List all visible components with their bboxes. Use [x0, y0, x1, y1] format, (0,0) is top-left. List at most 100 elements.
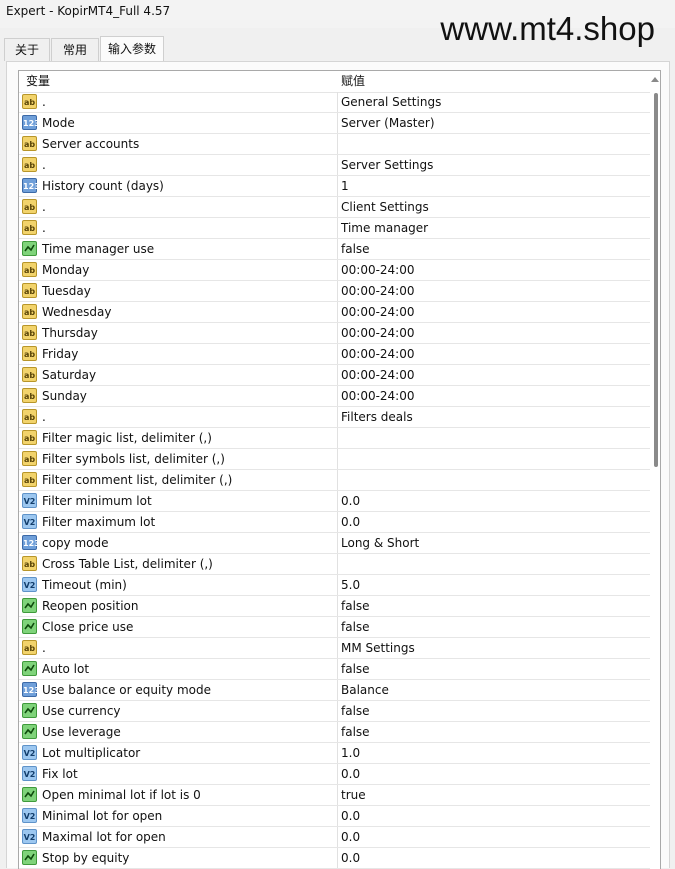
table-row[interactable]: ab Filter symbols list, delimiter (,)	[19, 449, 655, 470]
value-cell[interactable]: 0.0	[341, 764, 360, 784]
table-row[interactable]: 123 History count (days) 1	[19, 176, 655, 197]
value-cell[interactable]: General Settings	[341, 92, 441, 112]
variable-cell: ab.	[19, 155, 338, 175]
variable-cell: ab.	[19, 638, 338, 658]
value-cell[interactable]: Long & Short	[341, 533, 419, 553]
value-cell[interactable]: false	[341, 617, 370, 637]
table-row[interactable]: Auto lot false	[19, 659, 655, 680]
scroll-thumb[interactable]	[654, 93, 658, 467]
value-cell[interactable]: Filters deals	[341, 407, 413, 427]
table-row[interactable]: Reopen position false	[19, 596, 655, 617]
table-row[interactable]: V2 Filter maximum lot 0.0	[19, 512, 655, 533]
scroll-up-arrow-icon[interactable]	[651, 77, 659, 82]
header-variable[interactable]: 变量	[26, 71, 50, 92]
value-cell[interactable]: 00:00-24:00	[341, 302, 415, 322]
table-row[interactable]: ab Thursday 00:00-24:00	[19, 323, 655, 344]
table-row[interactable]: V2 Filter minimum lot 0.0	[19, 491, 655, 512]
value-cell[interactable]: Client Settings	[341, 197, 429, 217]
table-row[interactable]: ab. Filters deals	[19, 407, 655, 428]
table-row[interactable]: ab Saturday 00:00-24:00	[19, 365, 655, 386]
variable-name: .	[42, 158, 46, 172]
table-row[interactable]: ab Friday 00:00-24:00	[19, 344, 655, 365]
value-cell[interactable]: 0.0	[341, 848, 360, 868]
table-row[interactable]: V2 Maximal lot for open 0.0	[19, 827, 655, 848]
table-row[interactable]: 123 Use balance or equity mode Balance	[19, 680, 655, 701]
string-type-icon: ab	[22, 346, 37, 361]
value-cell[interactable]: 0.0	[341, 491, 360, 511]
value-cell[interactable]: 1	[341, 176, 349, 196]
table-row[interactable]: Use currency false	[19, 701, 655, 722]
value-cell[interactable]: 00:00-24:00	[341, 344, 415, 364]
table-row[interactable]: 123 copy mode Long & Short	[19, 533, 655, 554]
tab-about[interactable]: 关于	[4, 38, 50, 61]
header-value[interactable]: 赋值	[341, 71, 365, 92]
value-cell[interactable]: MM Settings	[341, 638, 415, 658]
variable-name: Saturday	[42, 368, 97, 382]
string-type-icon: ab	[22, 388, 37, 403]
variable-name: Close price use	[42, 620, 134, 634]
variable-name: Monday	[42, 263, 90, 277]
variable-name: Sunday	[42, 389, 87, 403]
value-cell[interactable]: 1.0	[341, 743, 360, 763]
table-row[interactable]: ab. Server Settings	[19, 155, 655, 176]
value-cell[interactable]: false	[341, 239, 370, 259]
table-row[interactable]: ab. Client Settings	[19, 197, 655, 218]
table-row[interactable]: ab Server accounts	[19, 134, 655, 155]
vertical-scrollbar[interactable]	[650, 71, 660, 869]
value-cell[interactable]: false	[341, 701, 370, 721]
value-cell[interactable]: Server Settings	[341, 155, 433, 175]
variable-name: Fix lot	[42, 767, 78, 781]
table-row[interactable]: V2 Timeout (min) 5.0	[19, 575, 655, 596]
value-cell[interactable]: false	[341, 596, 370, 616]
variable-name: Reopen position	[42, 599, 139, 613]
value-cell[interactable]: 0.0	[341, 827, 360, 847]
table-row[interactable]: ab Sunday 00:00-24:00	[19, 386, 655, 407]
value-cell[interactable]: false	[341, 659, 370, 679]
table-row[interactable]: Close price use false	[19, 617, 655, 638]
value-cell[interactable]: true	[341, 785, 366, 805]
table-body: ab. General Settings 123 Mode Server (Master…	[19, 92, 655, 869]
value-cell[interactable]: 00:00-24:00	[341, 365, 415, 385]
value-cell[interactable]: 5.0	[341, 575, 360, 595]
value-cell[interactable]: Server (Master)	[341, 113, 435, 133]
value-cell[interactable]: 00:00-24:00	[341, 323, 415, 343]
table-row[interactable]: ab Filter magic list, delimiter (,)	[19, 428, 655, 449]
value-cell[interactable]: 00:00-24:00	[341, 260, 415, 280]
value-cell[interactable]: Time manager	[341, 218, 428, 238]
table-row[interactable]: ab. MM Settings	[19, 638, 655, 659]
value-cell[interactable]: 00:00-24:00	[341, 386, 415, 406]
table-row[interactable]: ab Monday 00:00-24:00	[19, 260, 655, 281]
table-row[interactable]: ab Cross Table List, delimiter (,)	[19, 554, 655, 575]
table-row[interactable]: 123 Mode Server (Master)	[19, 113, 655, 134]
tab-inputs[interactable]: 输入参数	[100, 36, 164, 62]
string-type-icon: ab	[22, 157, 37, 172]
table-row[interactable]: ab. General Settings	[19, 92, 655, 113]
table-row[interactable]: V2 Minimal lot for open 0.0	[19, 806, 655, 827]
table-row[interactable]: Open minimal lot if lot is 0 true	[19, 785, 655, 806]
variable-cell: Open minimal lot if lot is 0	[19, 785, 338, 805]
table-row[interactable]: Use leverage false	[19, 722, 655, 743]
variable-name: copy mode	[42, 536, 109, 550]
table-row[interactable]: V2 Fix lot 0.0	[19, 764, 655, 785]
tab-common[interactable]: 常用	[51, 38, 99, 61]
value-cell[interactable]: Balance	[341, 680, 389, 700]
table-row[interactable]: Time manager use false	[19, 239, 655, 260]
value-cell[interactable]: 0.0	[341, 806, 360, 826]
variable-name: .	[42, 221, 46, 235]
double-type-icon: V2	[22, 829, 37, 844]
table-row[interactable]: ab Tuesday 00:00-24:00	[19, 281, 655, 302]
value-cell[interactable]: 00:00-24:00	[341, 281, 415, 301]
integer-type-icon: 123	[22, 178, 40, 193]
variable-cell: 123 Use balance or equity mode	[19, 680, 338, 700]
value-cell[interactable]: 0.0	[341, 512, 360, 532]
string-type-icon: ab	[22, 199, 37, 214]
variable-cell: ab Filter symbols list, delimiter (,)	[19, 449, 338, 469]
string-type-icon: ab	[22, 556, 37, 571]
table-row[interactable]: ab Filter comment list, delimiter (,)	[19, 470, 655, 491]
table-row[interactable]: ab. Time manager	[19, 218, 655, 239]
table-row[interactable]: V2 Lot multiplicator 1.0	[19, 743, 655, 764]
value-cell[interactable]: false	[341, 722, 370, 742]
table-row[interactable]: Stop by equity 0.0	[19, 848, 655, 869]
table-row[interactable]: ab Wednesday 00:00-24:00	[19, 302, 655, 323]
parameters-table: 变量 赋值 ab. General Settings 123 Mode Server (…	[18, 70, 661, 869]
